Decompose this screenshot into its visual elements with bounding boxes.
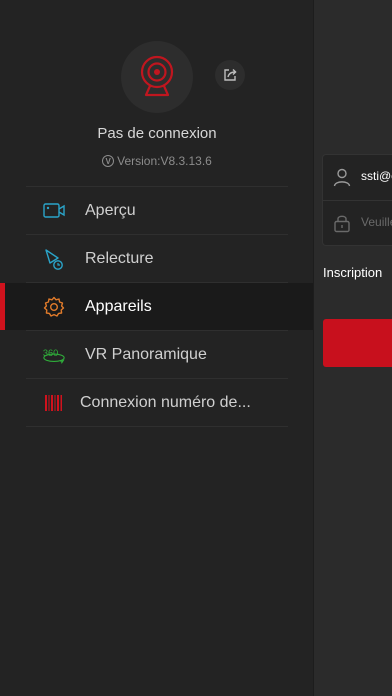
vr-360-icon: 360 <box>42 343 66 367</box>
avatar[interactable] <box>121 41 193 113</box>
menu-item-vr-panoramique[interactable]: 360 VR Panoramique <box>0 331 314 378</box>
drawer-menu: Aperçu Relecture Appareils 360 VR Panora… <box>0 186 314 427</box>
password-placeholder: Veuille <box>361 215 392 229</box>
menu-item-label: Relecture <box>85 249 154 267</box>
menu-item-label: Appareils <box>85 297 152 315</box>
share-icon <box>224 68 237 81</box>
menu-item-label: Connexion numéro de... <box>80 393 251 411</box>
menu-item-connexion-numero[interactable]: Connexion numéro de... <box>0 379 314 426</box>
username-field[interactable]: ssti@e <box>323 155 392 200</box>
webcam-icon <box>140 55 174 97</box>
user-icon <box>332 167 352 187</box>
menu-item-apercu[interactable]: Aperçu <box>0 187 314 234</box>
preview-camera-icon <box>42 199 66 223</box>
menu-item-label: VR Panoramique <box>85 345 207 363</box>
password-field[interactable]: Veuille <box>323 200 392 245</box>
login-button[interactable] <box>323 319 392 367</box>
connection-status: Pas de connexion <box>97 125 217 142</box>
version-text: Version:V8.3.13.6 <box>117 154 212 168</box>
menu-item-appareils[interactable]: Appareils <box>0 283 314 330</box>
menu-item-relecture[interactable]: Relecture <box>0 235 314 282</box>
username-value: ssti@e <box>361 169 392 183</box>
login-form: ssti@e Veuille <box>322 154 392 246</box>
menu-item-label: Aperçu <box>85 201 136 219</box>
playback-icon <box>42 247 66 271</box>
signup-link[interactable]: Inscription <box>323 265 382 280</box>
share-button[interactable] <box>215 60 245 90</box>
lock-icon <box>332 213 352 233</box>
divider <box>26 426 288 427</box>
app-version: V Version:V8.3.13.6 <box>0 154 314 168</box>
gear-icon <box>42 295 66 319</box>
version-badge-icon: V <box>102 155 115 167</box>
navigation-drawer: Pas de connexion V Version:V8.3.13.6 Ape… <box>0 0 314 696</box>
barcode-icon <box>42 391 66 415</box>
